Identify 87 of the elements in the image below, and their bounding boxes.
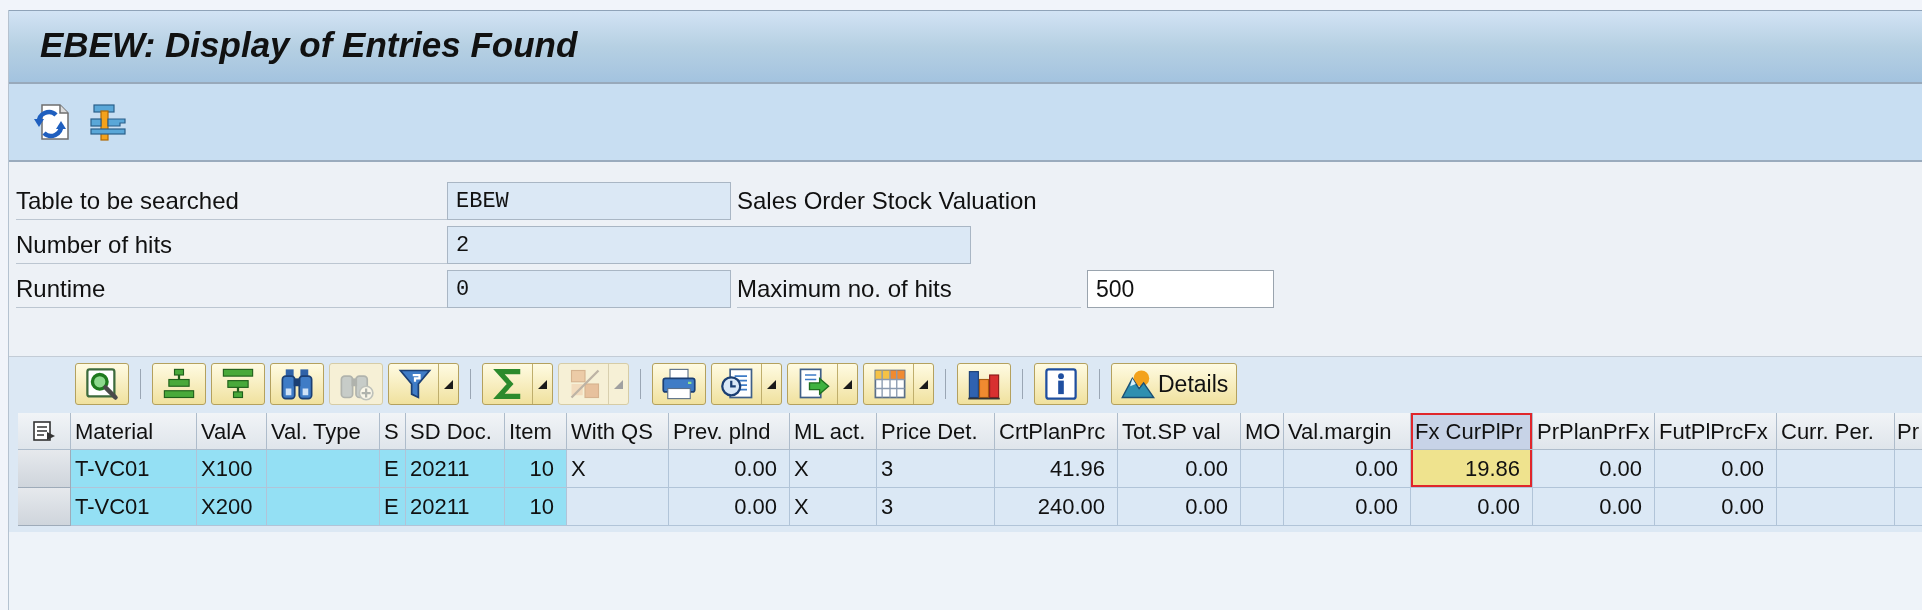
sort-ascending-button[interactable]	[152, 363, 206, 405]
filter-button[interactable]	[388, 363, 459, 405]
table-cell: 0.00	[669, 488, 790, 526]
table-cell: 10	[505, 450, 567, 488]
input-field[interactable]: 2	[447, 226, 971, 264]
table-cell: 10	[505, 488, 567, 526]
column-header[interactable]: SD Doc.	[406, 413, 505, 450]
sort-descending-button[interactable]	[211, 363, 265, 405]
table-cell: X	[567, 450, 669, 488]
table-cell: T-VC01	[71, 450, 197, 488]
caret-icon	[767, 379, 776, 389]
table-cell: 0.00	[1655, 488, 1777, 526]
magnifier-icon	[84, 366, 120, 402]
table-cell: 0.00	[669, 450, 790, 488]
table-cell: 0.00	[1118, 488, 1241, 526]
column-header[interactable]: Price Det.	[877, 413, 995, 450]
input-field[interactable]: 0	[447, 270, 731, 308]
field-label: Number of hits	[16, 226, 447, 264]
table-cell: 3	[877, 450, 995, 488]
layout-button[interactable]	[863, 363, 934, 405]
chart-button[interactable]	[957, 363, 1011, 405]
field-label: Runtime	[16, 270, 447, 308]
select-button[interactable]	[75, 363, 129, 405]
column-header[interactable]: MO	[1241, 413, 1284, 450]
column-header[interactable]: With QS	[567, 413, 669, 450]
table-cell: X	[790, 488, 877, 526]
table-cell: 20211	[406, 488, 505, 526]
table-cell: 0.00	[1284, 488, 1411, 526]
refresh-icon[interactable]	[32, 102, 72, 142]
input-field[interactable]: EBEW	[447, 182, 731, 220]
details-button[interactable]: Details	[1111, 363, 1238, 405]
table-cell: E	[380, 450, 406, 488]
list-icon[interactable]	[32, 419, 56, 443]
view-button[interactable]	[711, 363, 782, 405]
column-header[interactable]: Val.margin	[1284, 413, 1411, 450]
column-header[interactable]: Fx CurPlPr	[1411, 413, 1533, 450]
table-cell: 41.96	[995, 450, 1118, 488]
table-cell: 0.00	[1655, 450, 1777, 488]
caret-icon	[538, 379, 547, 389]
table-cell: 240.00	[995, 488, 1118, 526]
input-field[interactable]: 500	[1087, 270, 1274, 308]
column-header[interactable]: ML act.	[790, 413, 877, 450]
info-icon	[1043, 366, 1079, 402]
column-header[interactable]: Pr	[1895, 413, 1922, 450]
table-cell: 0.00	[1411, 488, 1533, 526]
table-cell: 0.00	[1533, 450, 1655, 488]
table-cell: X100	[197, 450, 267, 488]
binoculars-icon	[279, 366, 315, 402]
table-cell: E	[380, 488, 406, 526]
table-cell: T-VC01	[71, 488, 197, 526]
table-cell: X200	[197, 488, 267, 526]
table-cell: 3	[877, 488, 995, 526]
table-cell: 19.86	[1411, 450, 1533, 488]
field-label: Table to be searched	[16, 182, 447, 220]
column-header[interactable]: Val. Type	[267, 413, 380, 450]
caret-icon	[843, 379, 852, 389]
tools-icon[interactable]	[88, 102, 128, 142]
export-button[interactable]	[787, 363, 858, 405]
column-header[interactable]: Tot.SP val	[1118, 413, 1241, 450]
caret-icon	[919, 379, 928, 389]
caret-icon	[614, 379, 623, 389]
window-title: EBEW: Display of Entries Found	[40, 27, 578, 62]
table-description: Sales Order Stock Valuation	[737, 186, 1037, 216]
column-header[interactable]: Curr. Per.	[1777, 413, 1895, 450]
column-header[interactable]: S	[380, 413, 406, 450]
table-cell	[1241, 488, 1284, 526]
field-label: Maximum no. of hits	[737, 270, 1081, 308]
column-header[interactable]	[18, 413, 71, 450]
printer-icon	[661, 366, 697, 402]
column-header[interactable]: ValA	[197, 413, 267, 450]
info-button[interactable]	[1034, 363, 1088, 405]
find-button[interactable]	[270, 363, 324, 405]
column-header[interactable]: Prev. plnd	[669, 413, 790, 450]
column-header[interactable]: Item	[505, 413, 567, 450]
print-button[interactable]	[652, 363, 706, 405]
total-button[interactable]	[482, 363, 553, 405]
table-cell: 0.00	[1533, 488, 1655, 526]
caret-icon	[444, 379, 453, 389]
table-cell: 0.00	[1118, 450, 1241, 488]
table-cell: X	[790, 450, 877, 488]
table-cell	[1241, 450, 1284, 488]
column-header[interactable]: Material	[71, 413, 197, 450]
column-header[interactable]: FutPlPrcFx	[1655, 413, 1777, 450]
table-cell: 20211	[406, 450, 505, 488]
table-cell: 0.00	[1284, 450, 1411, 488]
column-header[interactable]: PrPlanPrFx	[1533, 413, 1655, 450]
column-header[interactable]: CrtPlanPrc	[995, 413, 1118, 450]
